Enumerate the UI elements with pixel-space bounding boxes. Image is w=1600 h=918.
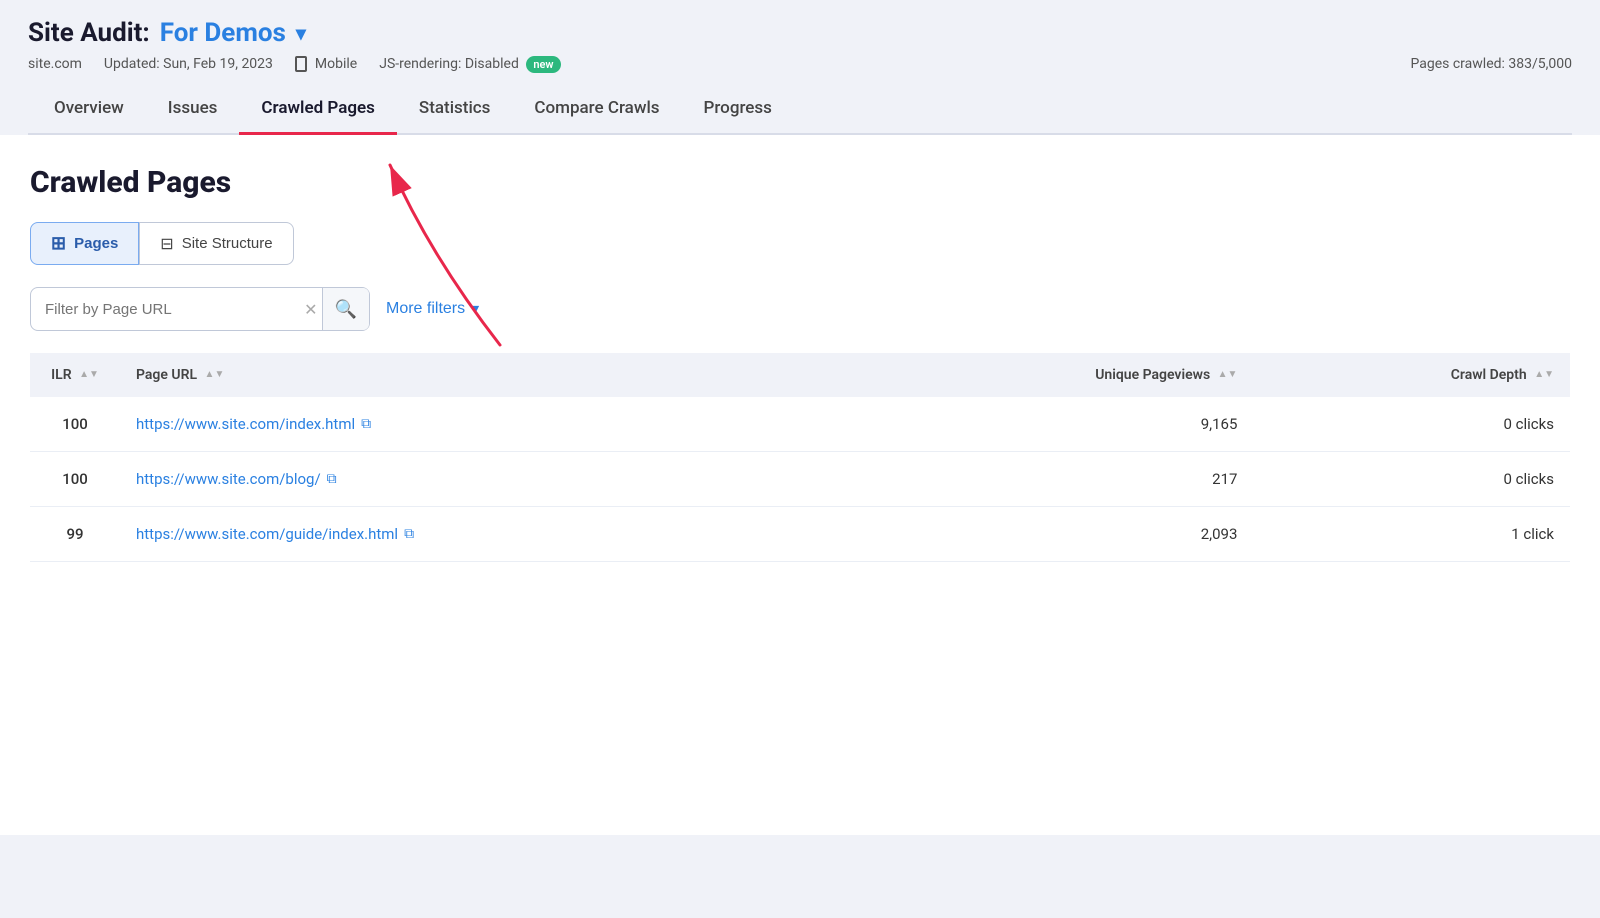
device-label: Mobile <box>315 56 357 72</box>
row2-url-link[interactable]: https://www.site.com/blog/ ⧉ <box>136 470 830 488</box>
table-row: 99 https://www.site.com/guide/index.html… <box>30 507 1570 562</box>
filter-url-input[interactable] <box>39 301 300 318</box>
col-unique-pageviews[interactable]: Unique Pageviews ▲▼ <box>846 353 1254 397</box>
pages-view-label: Pages <box>74 235 118 252</box>
unique-pageviews-sort-icon[interactable]: ▲▼ <box>1218 370 1238 380</box>
row1-ilr: 100 <box>30 397 120 452</box>
external-link-icon[interactable]: ⧉ <box>404 526 414 542</box>
project-dropdown-icon[interactable]: ▾ <box>296 21 306 45</box>
row2-url[interactable]: https://www.site.com/blog/ ⧉ <box>120 452 846 507</box>
row1-crawl-depth: 0 clicks <box>1253 397 1570 452</box>
more-filters-button[interactable]: More filters ▾ <box>386 299 479 319</box>
search-button[interactable]: 🔍 <box>322 288 369 330</box>
table-row: 100 https://www.site.com/blog/ ⧉ 217 0 c… <box>30 452 1570 507</box>
row3-url[interactable]: https://www.site.com/guide/index.html ⧉ <box>120 507 846 562</box>
page-url-sort-icon[interactable]: ▲▼ <box>205 370 225 380</box>
filter-row: ✕ 🔍 More filters ▾ <box>30 287 1570 331</box>
external-link-icon[interactable]: ⧉ <box>327 471 337 487</box>
row3-unique-pageviews: 2,093 <box>846 507 1254 562</box>
js-rendering-label: JS-rendering: Disabled new <box>379 56 560 72</box>
row3-url-link[interactable]: https://www.site.com/guide/index.html ⧉ <box>136 525 830 543</box>
table-wrap: ILR ▲▼ Page URL ▲▼ Unique Pageviews ▲▼ C… <box>30 353 1570 562</box>
ilr-sort-icon[interactable]: ▲▼ <box>79 370 99 380</box>
row3-ilr: 99 <box>30 507 120 562</box>
row2-crawl-depth: 0 clicks <box>1253 452 1570 507</box>
mobile-icon <box>295 56 307 72</box>
filter-input-wrap: ✕ 🔍 <box>30 287 370 331</box>
pages-view-icon: ⊞ <box>51 233 66 254</box>
more-filters-label: More filters <box>386 300 465 318</box>
pages-view-button[interactable]: ⊞ Pages <box>30 222 139 265</box>
row2-unique-pageviews: 217 <box>846 452 1254 507</box>
row2-ilr: 100 <box>30 452 120 507</box>
crawl-depth-sort-icon[interactable]: ▲▼ <box>1534 370 1554 380</box>
project-name[interactable]: For Demos <box>160 18 286 48</box>
tab-issues[interactable]: Issues <box>146 86 240 135</box>
tab-compare-crawls[interactable]: Compare Crawls <box>512 86 681 135</box>
page-title: Crawled Pages <box>30 165 1570 200</box>
clear-filter-icon[interactable]: ✕ <box>300 300 321 319</box>
col-ilr[interactable]: ILR ▲▼ <box>30 353 120 397</box>
row1-url-link[interactable]: https://www.site.com/index.html ⧉ <box>136 415 830 433</box>
chevron-down-icon: ▾ <box>471 299 479 319</box>
site-audit-label: Site Audit: <box>28 18 150 48</box>
site-structure-label: Site Structure <box>182 235 273 252</box>
tab-statistics[interactable]: Statistics <box>397 86 512 135</box>
tab-overview[interactable]: Overview <box>32 86 146 135</box>
search-icon: 🔍 <box>335 299 357 320</box>
main-content: Crawled Pages ⊞ Pages ⊟ Site Structure ✕… <box>0 135 1600 835</box>
tab-crawled-pages[interactable]: Crawled Pages <box>239 86 397 135</box>
pages-crawled-label: Pages crawled: 383/5,000 <box>1411 56 1573 72</box>
device-info: Mobile <box>295 56 357 72</box>
site-url: site.com <box>28 56 82 72</box>
col-page-url[interactable]: Page URL ▲▼ <box>120 353 846 397</box>
new-badge: new <box>526 56 560 73</box>
updated-label: Updated: Sun, Feb 19, 2023 <box>104 56 273 72</box>
external-link-icon[interactable]: ⧉ <box>361 416 371 432</box>
row1-url[interactable]: https://www.site.com/index.html ⧉ <box>120 397 846 452</box>
site-structure-icon: ⊟ <box>160 234 173 254</box>
site-structure-view-button[interactable]: ⊟ Site Structure <box>139 222 293 265</box>
tab-progress[interactable]: Progress <box>682 86 794 135</box>
table-header-row: ILR ▲▼ Page URL ▲▼ Unique Pageviews ▲▼ C… <box>30 353 1570 397</box>
row3-crawl-depth: 1 click <box>1253 507 1570 562</box>
table-row: 100 https://www.site.com/index.html ⧉ 9,… <box>30 397 1570 452</box>
nav-tabs: Overview Issues Crawled Pages Statistics… <box>28 86 1572 135</box>
crawled-pages-table: ILR ▲▼ Page URL ▲▼ Unique Pageviews ▲▼ C… <box>30 353 1570 562</box>
row1-unique-pageviews: 9,165 <box>846 397 1254 452</box>
col-crawl-depth[interactable]: Crawl Depth ▲▼ <box>1253 353 1570 397</box>
view-toggle: ⊞ Pages ⊟ Site Structure <box>30 222 1570 265</box>
